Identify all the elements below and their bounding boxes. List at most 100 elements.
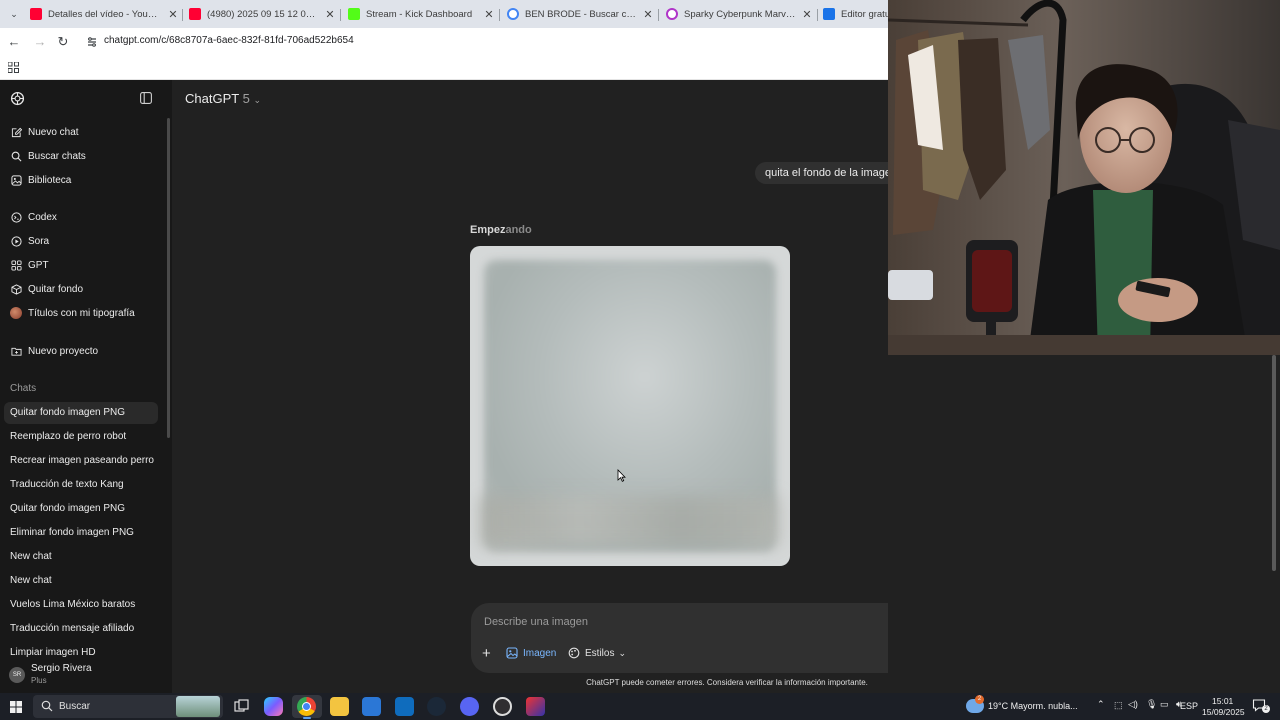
forward-icon[interactable]: → [32,34,48,50]
bookmarks-bar [0,56,888,80]
webcam-overlay [888,0,1280,355]
add-attachment-button[interactable]: + [482,643,491,663]
tab-youtube[interactable]: (4980) 2025 09 15 12 05 41 - YouTube ✕ [189,3,337,25]
outlook-icon[interactable] [395,697,414,716]
snap-icon [666,8,678,20]
microsoft-store-icon[interactable] [362,697,381,716]
apps-grid-icon[interactable] [8,62,19,73]
chat-history-item[interactable]: Eliminar fondo imagen PNG [10,527,134,538]
sora-icon [10,235,22,247]
chrome-icon[interactable] [297,697,316,716]
back-icon[interactable]: ← [6,34,22,50]
sidebar-item-label: Codex [28,211,57,223]
prompt-input[interactable] [484,616,924,628]
microphone-icon[interactable]: 🎙︎ [1146,699,1157,710]
sidebar-item-sora[interactable]: Sora [10,232,49,250]
library-button[interactable]: Biblioteca [10,171,71,189]
sidebar-item-quitar-fondo[interactable]: Quitar fondo [10,280,83,298]
network-icon[interactable]: ▭ [1160,699,1169,710]
chat-history-item[interactable]: Quitar fondo imagen PNG [10,407,125,418]
openai-logo-icon[interactable] [10,91,25,106]
chat-history-item[interactable]: Quitar fondo imagen PNG [10,503,125,514]
google-icon [507,8,519,20]
styles-dropdown[interactable]: Estilos ⌄ [568,643,626,663]
tab-marvel-snap[interactable]: Sparky Cyberpunk Marvel Snap ✕ [666,3,814,25]
task-view-icon[interactable] [232,697,251,716]
model-selector[interactable]: ChatGPT 5 ⌄ [185,91,261,106]
chats-heading: Chats [10,383,37,394]
meet-now-icon[interactable]: ⬚ [1114,700,1123,711]
steam-icon[interactable] [427,697,446,716]
search-highlight-bird-icon [176,696,220,717]
obs-icon[interactable] [493,697,512,716]
language-indicator[interactable]: ESP [1180,701,1198,711]
close-icon[interactable]: ✕ [641,8,655,21]
volume-mixer-icon[interactable]: ◁) [1128,699,1138,710]
mouse-cursor-icon [617,469,626,482]
tab-title: BEN BRODE - Buscar con Google [525,8,637,20]
user-name: Sergio Rivera [31,663,92,674]
tab-youtube-studio[interactable]: Detalles del vídeo - YouTube Studio ✕ [30,3,180,25]
tab-separator [817,9,818,21]
sidebar-item-gpt[interactable]: GPT [10,256,49,274]
show-hidden-icons[interactable]: ⌃ [1097,699,1105,710]
windows-start-icon[interactable] [10,701,22,713]
image-tool-label: Imagen [523,647,557,659]
clock-time[interactable]: 15:01 [1212,696,1233,706]
new-chat-button[interactable]: Nuevo chat [10,123,79,141]
tab-separator [182,9,183,21]
tab-kick-dashboard[interactable]: Stream - Kick Dashboard ✕ [348,3,496,25]
chat-history-item[interactable]: Traducción de texto Kang [10,479,124,490]
clock-date[interactable]: 15/09/2025 [1202,707,1245,717]
sidebar-item-label: Nuevo proyecto [28,345,99,357]
image-tool-chip[interactable]: Imagen [506,643,556,663]
weather-text[interactable]: 19°C Mayorm. nubla... [988,701,1078,711]
kick-icon [348,8,360,20]
chat-history-item[interactable]: Recrear imagen paseando perro [10,455,154,466]
chat-history-item[interactable]: Reemplazo de perro robot [10,431,126,442]
chat-history-item[interactable]: Vuelos Lima México baratos [10,599,135,610]
chat-history-item[interactable]: New chat [10,551,52,562]
file-explorer-icon[interactable] [330,697,349,716]
new-project-button[interactable]: Nuevo proyecto [10,342,98,360]
user-message-bubble: quita el fondo de la imagen [755,162,908,184]
chat-history-item[interactable]: Limpiar imagen HD [10,647,96,658]
avatar: SR [9,667,25,683]
sidebar-item-codex[interactable]: Codex [10,208,57,226]
close-sidebar-icon[interactable] [140,92,152,104]
media-app-icon[interactable] [526,697,545,716]
palette-icon [568,647,580,659]
taskbar-search[interactable]: Buscar [33,695,223,718]
reload-icon[interactable]: ↻ [55,34,71,50]
user-menu[interactable]: SR Sergio Rivera Plus [0,659,172,693]
chat-history-item[interactable]: Traducción mensaje afiliado [10,623,134,634]
generating-image-placeholder [470,246,790,566]
tab-title: Sparky Cyberpunk Marvel Snap [684,8,796,20]
discord-icon[interactable] [460,697,479,716]
sidebar-item-titulos[interactable]: Títulos con mi tipografía [10,304,135,322]
chat-history-item[interactable]: New chat [10,575,52,586]
site-info-icon[interactable] [86,36,98,48]
codex-icon [10,211,22,223]
chat-scrollbar[interactable] [1272,355,1276,571]
copilot-icon[interactable] [264,697,283,716]
editor-icon [823,8,835,20]
status-text: Empez [470,224,506,236]
close-icon[interactable]: ✕ [323,8,337,21]
tab-google-search[interactable]: BEN BRODE - Buscar con Google ✕ [507,3,655,25]
close-icon[interactable]: ✕ [800,8,814,21]
browser-tab-strip: ⌄ Detalles del vídeo - YouTube Studio ✕ … [0,0,888,28]
webcam-feed-image [888,0,1280,355]
status-text-shimmer: ando [505,224,532,236]
close-icon[interactable]: ✕ [482,8,496,21]
tab-search-icon[interactable]: ⌄ [6,6,22,22]
tab-editor[interactable]: Editor gratuito [823,3,888,25]
new-chat-icon [10,126,22,138]
search-chats-button[interactable]: Buscar chats [10,147,86,165]
weather-alert-badge: 2 [975,695,984,704]
tab-title: (4980) 2025 09 15 12 05 41 - YouTube [207,8,319,20]
close-icon[interactable]: ✕ [166,8,180,21]
address-bar[interactable]: chatgpt.com/c/68c8707a-6aec-832f-81fd-70… [104,35,354,46]
sidebar-scrollbar[interactable] [167,118,170,438]
search-icon [41,700,53,712]
